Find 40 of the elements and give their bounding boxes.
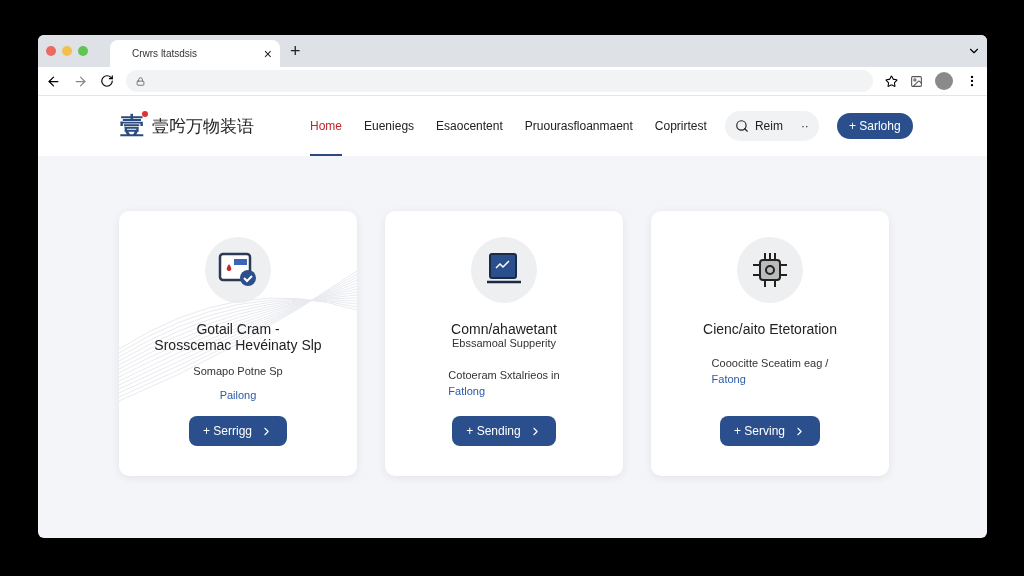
card-button[interactable]: + Serving xyxy=(720,416,820,446)
new-tab-button[interactable]: + xyxy=(290,42,301,60)
card-button[interactable]: + Serrigg xyxy=(189,416,287,446)
more-glyph[interactable]: ·· xyxy=(800,119,809,133)
card-subtitle: Ebssamoal Supperity xyxy=(452,337,556,350)
close-tab-button[interactable]: × xyxy=(263,46,272,61)
image-icon[interactable] xyxy=(910,74,923,88)
search-icon xyxy=(734,119,749,133)
nav-link[interactable]: Home xyxy=(310,96,342,156)
chip-icon xyxy=(751,251,789,289)
card-text: Cotoeram Sxtalrieos in xyxy=(448,369,560,382)
card-link[interactable]: Fatlong xyxy=(448,385,486,398)
profile-avatar[interactable] xyxy=(935,72,953,90)
search-field[interactable]: Reim ·· xyxy=(724,111,819,141)
card-title: Comn/ahawetant xyxy=(451,321,557,338)
lock-icon xyxy=(136,76,145,86)
nav-link[interactable]: Pruourasfloanmaent xyxy=(524,96,633,156)
address-field[interactable] xyxy=(126,70,873,92)
reload-icon[interactable] xyxy=(100,74,114,88)
nav-link[interactable]: Esaocentent xyxy=(436,96,503,156)
search-label: Reim xyxy=(754,119,783,133)
card-title: Gotail Cram - Srosscemac Hevéinaty Slp xyxy=(154,321,322,354)
nav-link[interactable]: Coprirtest xyxy=(654,96,707,156)
forward-icon[interactable] xyxy=(73,73,88,89)
card-text: Somapo Potne Sp xyxy=(193,365,283,378)
bookmark-star-icon[interactable] xyxy=(885,74,898,88)
logo-mark: 壹 xyxy=(120,111,144,141)
card-text: Cooocitte Sceatim eag / xyxy=(711,357,829,370)
document-check-icon xyxy=(218,252,258,288)
nav-link[interactable]: Eueniegs xyxy=(364,96,415,156)
browser-tab[interactable]: Crwrs ltatsdsis × xyxy=(110,40,280,67)
logo-text: 壹𠯋万物装语 xyxy=(152,115,254,138)
card-link[interactable]: Fatong xyxy=(711,373,746,386)
back-icon[interactable] xyxy=(46,73,61,89)
logo-dot xyxy=(142,111,148,117)
cta-button[interactable]: + Sarlohg xyxy=(836,113,913,139)
tab-title: Crwrs ltatsdsis xyxy=(132,48,197,59)
card-link[interactable]: Pailong xyxy=(219,389,257,402)
card-title: Cienc/aito Etetoration xyxy=(703,321,837,338)
card-button[interactable]: + Sending xyxy=(452,416,556,446)
